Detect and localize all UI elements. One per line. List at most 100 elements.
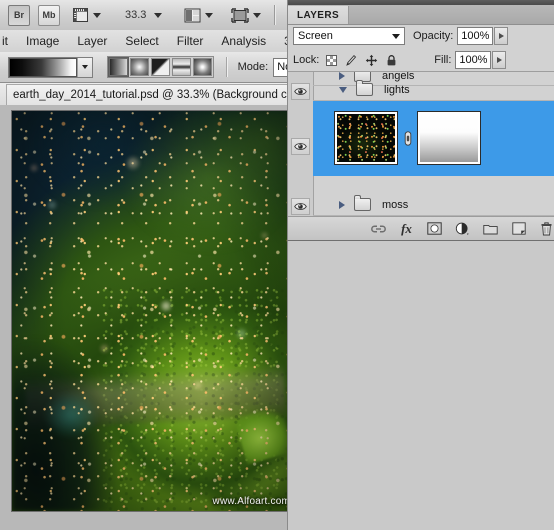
folder-icon	[354, 195, 371, 211]
menu-item-image[interactable]: Image	[17, 30, 68, 52]
photoshop-window: Br Mb 33.3 it Image Layer Select Filter …	[0, 0, 554, 530]
gradient-type-group	[107, 56, 214, 78]
desktop-background	[287, 241, 554, 530]
link-thumbnails-icon[interactable]	[402, 130, 413, 146]
lock-image-pixels-icon	[346, 54, 357, 66]
adjustment-layer-icon	[455, 222, 469, 235]
blend-mode-dropdown[interactable]: Screen	[293, 27, 405, 45]
options-divider	[226, 57, 227, 77]
new-layer-icon	[511, 222, 526, 235]
document-tab-bar: earth_day_2014_tutorial.psd @ 33.3% (Bac…	[0, 83, 291, 106]
chevron-down-icon	[93, 12, 101, 18]
menu-bar: it Image Layer Select Filter Analysis 3D	[0, 30, 299, 53]
layer-style-button[interactable]: fx	[399, 221, 414, 236]
layer-mask-icon	[427, 222, 442, 235]
link-layers-button[interactable]	[371, 221, 386, 236]
bridge-button[interactable]: Br	[8, 4, 30, 26]
eye-icon	[294, 143, 307, 150]
lock-transparency-icon	[326, 54, 338, 66]
zoom-level-value: 33.3	[125, 9, 147, 21]
folder-icon	[356, 80, 373, 96]
layer-name: lights	[384, 83, 410, 96]
layer-name: moss	[382, 198, 409, 211]
artwork-image: www.Alfoart.com	[12, 111, 291, 511]
lock-position-button[interactable]	[365, 54, 378, 67]
visibility-toggle-lights[interactable]	[291, 83, 310, 100]
arrange-documents-icon	[184, 8, 201, 22]
chevron-down-icon	[253, 12, 262, 18]
lock-transparency-button[interactable]	[325, 54, 338, 67]
menu-item-filter[interactable]: Filter	[168, 30, 213, 52]
linear-gradient-button[interactable]	[108, 57, 129, 77]
chevron-down-icon	[392, 33, 400, 39]
disclosure-triangle-lights[interactable]	[339, 86, 347, 93]
screen-mode-button[interactable]	[231, 7, 262, 23]
menu-item-layer[interactable]: Layer	[68, 30, 116, 52]
fill-label: Fill:	[434, 54, 452, 66]
tool-options-bar: Mode: Nor	[0, 52, 291, 83]
gradient-preset-swatch[interactable]	[9, 57, 77, 77]
layer-mask-thumbnail[interactable]	[417, 111, 481, 165]
panel-tab-row: LAYERS	[288, 5, 554, 25]
ruler-grid-icon	[73, 8, 88, 22]
layer-thumbnails	[334, 111, 481, 165]
visibility-toggle-moss[interactable]	[291, 198, 310, 215]
add-layer-mask-button[interactable]	[427, 221, 442, 236]
new-layer-button[interactable]	[511, 221, 526, 236]
eye-icon	[294, 88, 307, 95]
application-bar: Br Mb 33.3	[0, 0, 291, 31]
lock-label: Lock:	[293, 54, 320, 66]
visibility-toggle-selected-layer[interactable]	[291, 138, 310, 155]
tab-layers[interactable]: LAYERS	[288, 6, 350, 24]
angle-gradient-button[interactable]	[151, 58, 170, 76]
toolbar-divider	[274, 5, 276, 25]
document-tab[interactable]: earth_day_2014_tutorial.psd @ 33.3% (Bac…	[6, 83, 291, 105]
layers-panel-toolbar: fx	[288, 216, 554, 240]
opacity-input[interactable]: 100%	[457, 27, 494, 45]
opacity-label: Opacity:	[413, 30, 454, 42]
screen-mode-icon	[231, 7, 250, 23]
menu-item-edit[interactable]: it	[0, 30, 17, 52]
lock-all-button[interactable]	[385, 54, 398, 67]
zoom-chevron-down-icon[interactable]	[154, 12, 163, 18]
new-adjustment-layer-button[interactable]	[455, 221, 470, 236]
menu-item-select[interactable]: Select	[116, 30, 167, 52]
chevron-down-icon	[205, 12, 214, 18]
diamond-gradient-button[interactable]	[193, 58, 212, 76]
folder-icon	[483, 224, 498, 234]
disclosure-triangle-moss[interactable]	[339, 200, 345, 209]
dark-particles-thumbnail[interactable]	[334, 111, 398, 165]
delete-layer-button[interactable]	[539, 221, 554, 236]
fx-icon: fx	[401, 221, 412, 236]
table-row[interactable]: moss	[313, 194, 554, 216]
mode-label: Mode:	[237, 61, 269, 73]
layers-panel: LAYERS Screen Opacity: 100% Lock: Fill: …	[287, 0, 554, 241]
view-extras-button[interactable]	[72, 7, 101, 23]
new-group-button[interactable]	[483, 221, 498, 236]
lock-position-icon	[366, 54, 378, 66]
chain-link-icon	[404, 130, 411, 146]
canvas-area[interactable]: www.Alfoart.com	[0, 105, 291, 530]
menu-item-analysis[interactable]: Analysis	[212, 30, 275, 52]
reflected-gradient-button[interactable]	[172, 58, 191, 76]
arrange-documents-button[interactable]	[184, 8, 214, 23]
fill-stepper[interactable]	[492, 51, 507, 69]
document-canvas[interactable]: www.Alfoart.com	[11, 110, 291, 512]
fill-input[interactable]: 100%	[455, 51, 492, 69]
layer-list[interactable]: angels lights moss	[288, 71, 554, 219]
eye-icon	[294, 203, 307, 210]
trash-icon	[541, 221, 552, 235]
radial-gradient-button[interactable]	[130, 58, 149, 76]
link-icon	[371, 224, 386, 233]
lock-button-group	[325, 54, 398, 67]
blend-mode-value: Screen	[298, 30, 333, 42]
lock-fill-row: Lock: Fill: 100%	[288, 49, 554, 71]
lock-image-pixels-button[interactable]	[345, 54, 358, 67]
blend-opacity-row: Screen Opacity: 100%	[288, 25, 554, 47]
mini-bridge-button[interactable]: Mb	[38, 4, 60, 26]
opacity-stepper[interactable]	[494, 27, 509, 45]
table-row[interactable]: lights	[313, 79, 554, 101]
gradient-picker-chevron-down-icon[interactable]	[77, 57, 92, 77]
gradient-picker[interactable]	[8, 56, 93, 78]
table-row[interactable]	[313, 101, 554, 176]
